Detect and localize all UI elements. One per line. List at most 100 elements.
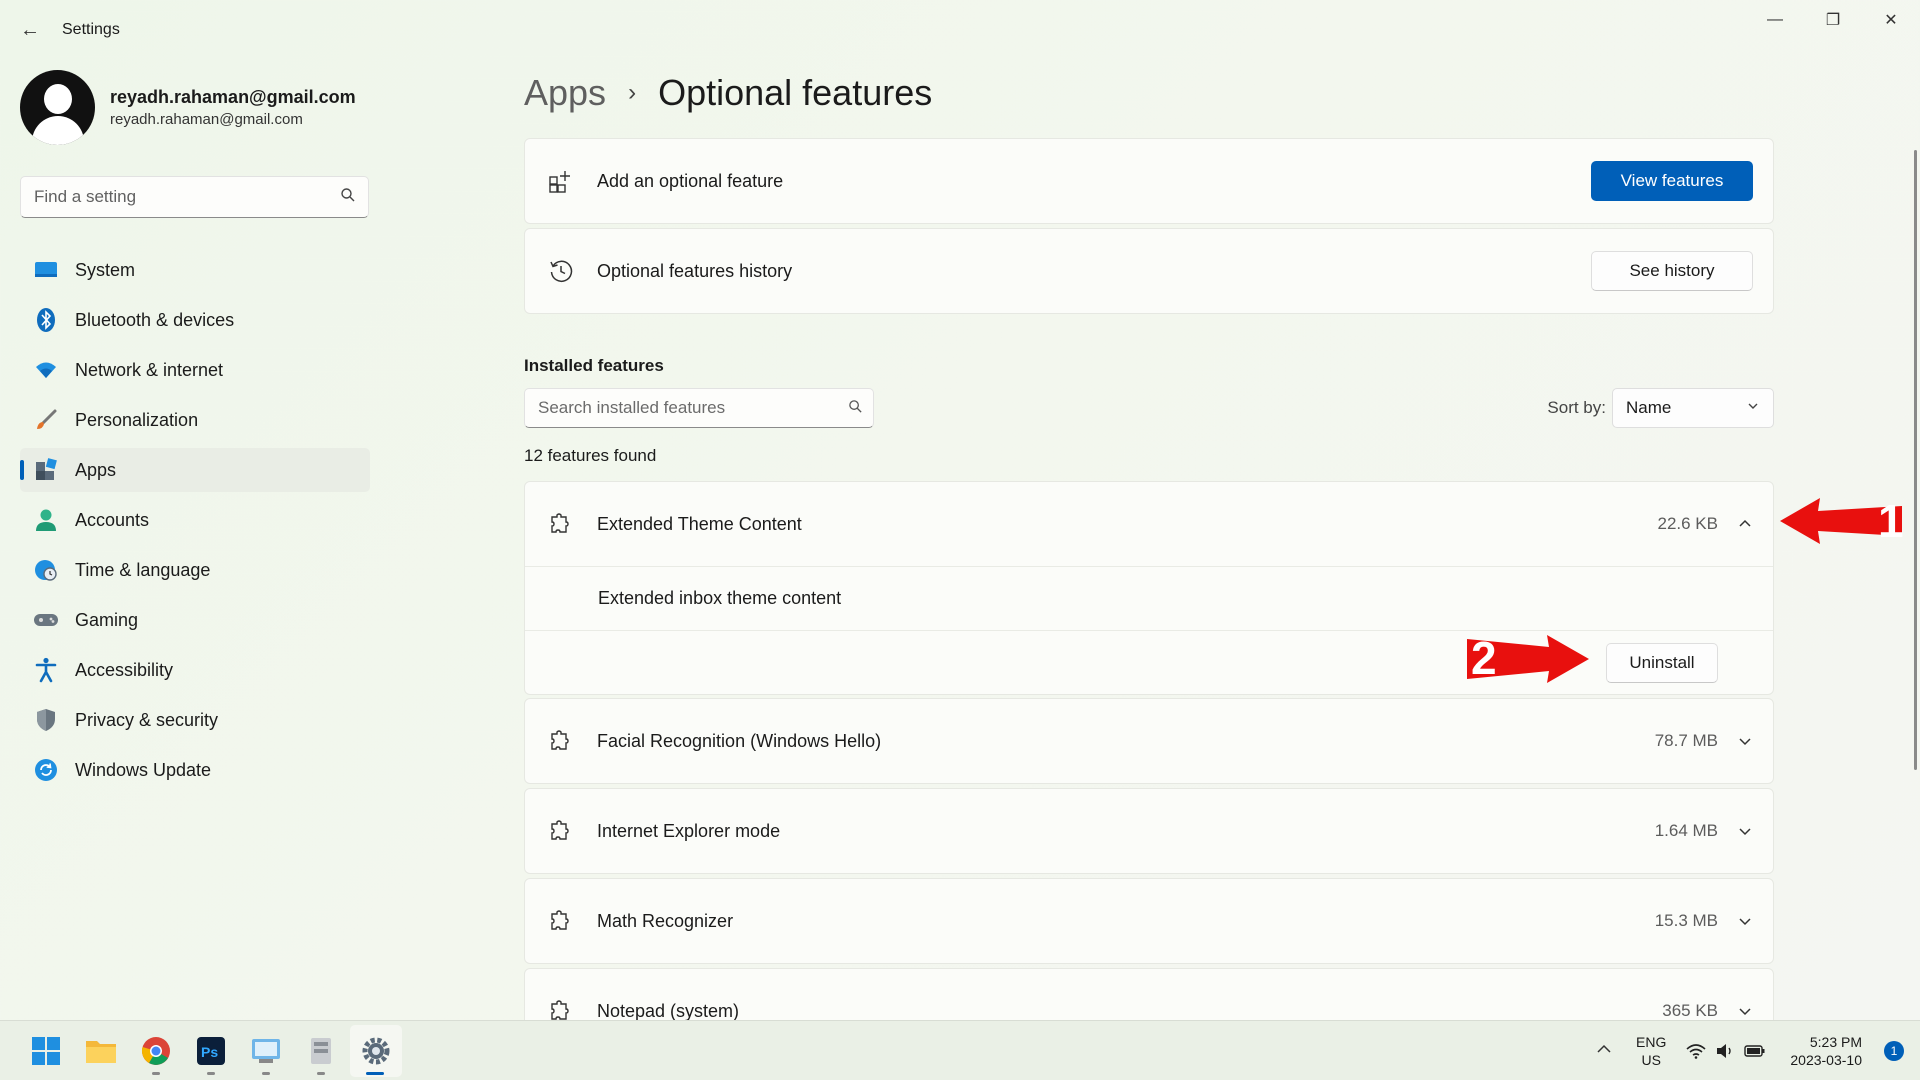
- taskbar-app-installer[interactable]: [295, 1025, 347, 1077]
- add-feature-icon: [547, 167, 575, 195]
- feature-description: Extended inbox theme content: [525, 566, 1773, 630]
- sidebar-item-label: Apps: [75, 459, 117, 480]
- history-icon: [547, 257, 575, 285]
- view-features-button[interactable]: View features: [1591, 161, 1753, 201]
- chevron-down-icon[interactable]: [1735, 1001, 1755, 1020]
- close-button[interactable]: ✕: [1862, 0, 1920, 40]
- feature-item[interactable]: Notepad (system) 365 KB: [524, 968, 1774, 1020]
- feature-item[interactable]: Facial Recognition (Windows Hello) 78.7 …: [524, 698, 1774, 784]
- puzzle-icon: [547, 907, 575, 935]
- profile-email: reyadh.rahaman@gmail.com: [110, 111, 303, 128]
- installed-features-heading: Installed features: [524, 356, 664, 375]
- title-bar: ← Settings — ❐ ✕: [0, 0, 1920, 58]
- wifi-icon: [1686, 1044, 1706, 1059]
- search-icon[interactable]: [340, 187, 356, 208]
- person-icon: [33, 507, 59, 533]
- feature-name: Facial Recognition (Windows Hello): [597, 730, 882, 751]
- sidebar-item-system[interactable]: System: [20, 248, 370, 292]
- show-hidden-icons-chevron-icon[interactable]: [1596, 1042, 1612, 1060]
- sidebar-item-windows-update[interactable]: Windows Update: [20, 748, 370, 792]
- window-controls: — ❐ ✕: [1746, 0, 1920, 40]
- taskbar-settings[interactable]: [350, 1025, 402, 1077]
- feature-item[interactable]: Math Recognizer 15.3 MB: [524, 878, 1774, 964]
- system-icon: [33, 257, 59, 283]
- taskbar-file-explorer[interactable]: [75, 1025, 127, 1077]
- search-icon[interactable]: [848, 399, 863, 418]
- gamepad-icon: [33, 607, 59, 633]
- chrome-icon: [141, 1037, 170, 1065]
- quick-settings[interactable]: [1686, 1043, 1766, 1059]
- settings-search: [20, 176, 369, 218]
- sidebar-item-gaming[interactable]: Gaming: [20, 598, 370, 642]
- back-button[interactable]: ←: [18, 18, 42, 42]
- breadcrumb-apps[interactable]: Apps: [524, 72, 606, 114]
- minimize-button[interactable]: —: [1746, 0, 1804, 40]
- breadcrumb: Apps › Optional features: [524, 72, 932, 114]
- annotation-number-2: 2: [1471, 632, 1497, 684]
- sort-dropdown[interactable]: Name: [1612, 388, 1774, 428]
- taskbar-control-panel[interactable]: [240, 1025, 292, 1077]
- installed-search-input[interactable]: [525, 389, 835, 427]
- update-icon: [33, 757, 59, 783]
- chevron-up-icon[interactable]: [1735, 514, 1755, 534]
- control-panel-icon: [252, 1039, 280, 1063]
- features-count: 12 features found: [524, 446, 657, 465]
- annotation-arrow-1: 1: [1778, 495, 1904, 551]
- app-title: Settings: [62, 21, 120, 38]
- add-feature-card: Add an optional feature View features: [524, 138, 1774, 224]
- sidebar-item-label: Privacy & security: [75, 709, 219, 730]
- brush-icon: [33, 407, 59, 433]
- accessibility-icon: [33, 657, 59, 683]
- feature-header[interactable]: Extended Theme Content 22.6 KB: [525, 482, 1773, 566]
- settings-search-input[interactable]: [21, 177, 321, 217]
- puzzle-icon: [547, 727, 575, 755]
- clock-date: 2023-03-10: [1790, 1052, 1862, 1068]
- language-indicator[interactable]: ENG US: [1636, 1033, 1666, 1069]
- photoshop-icon: Ps: [197, 1037, 225, 1065]
- sort-value: Name: [1626, 398, 1672, 417]
- gear-icon: [362, 1037, 390, 1065]
- see-history-button[interactable]: See history: [1591, 251, 1753, 291]
- sidebar-item-network[interactable]: Network & internet: [20, 348, 370, 392]
- volume-icon: [1717, 1044, 1732, 1058]
- chevron-down-icon: [1747, 399, 1759, 415]
- chevron-down-icon[interactable]: [1735, 821, 1755, 841]
- sidebar-item-personalization[interactable]: Personalization: [20, 398, 370, 442]
- puzzle-icon: [547, 510, 575, 538]
- clock[interactable]: 5:23 PM 2023-03-10: [1790, 1033, 1862, 1069]
- sidebar-item-label: Time & language: [75, 559, 211, 580]
- start-button[interactable]: [20, 1025, 72, 1077]
- history-card: Optional features history See history: [524, 228, 1774, 314]
- restore-button[interactable]: ❐: [1804, 0, 1862, 40]
- feature-item[interactable]: Internet Explorer mode 1.64 MB: [524, 788, 1774, 874]
- sidebar-item-time-language[interactable]: Time & language: [20, 548, 370, 592]
- annotation-number-1: 1: [1878, 495, 1904, 547]
- sidebar-item-label: Gaming: [75, 609, 139, 630]
- installed-search: [524, 388, 874, 428]
- feature-size: 78.7 MB: [1654, 731, 1718, 750]
- feature-name: Notepad (system): [597, 1000, 740, 1021]
- taskbar-chrome[interactable]: [130, 1025, 182, 1077]
- profile[interactable]: reyadh.rahaman@gmail.com reyadh.rahaman@…: [20, 70, 356, 145]
- nav-list: System Bluetooth & devices Network & int…: [20, 248, 370, 798]
- close-icon: ✕: [1884, 12, 1898, 29]
- sidebar-item-accessibility[interactable]: Accessibility: [20, 648, 370, 692]
- sidebar-item-apps[interactable]: Apps: [20, 448, 370, 492]
- sidebar-item-privacy-security[interactable]: Privacy & security: [20, 698, 370, 742]
- chevron-down-icon[interactable]: [1735, 911, 1755, 931]
- installer-icon: [311, 1038, 331, 1064]
- sidebar-item-bluetooth[interactable]: Bluetooth & devices: [20, 298, 370, 342]
- feature-name: Extended Theme Content: [597, 513, 802, 534]
- shield-icon: [33, 707, 59, 733]
- chevron-down-icon[interactable]: [1735, 731, 1755, 751]
- taskbar-photoshop[interactable]: Ps: [185, 1025, 237, 1077]
- notification-badge[interactable]: 1: [1884, 1041, 1904, 1061]
- feature-name: Math Recognizer: [597, 910, 734, 931]
- sidebar-item-accounts[interactable]: Accounts: [20, 498, 370, 542]
- clock-time: 5:23 PM: [1809, 1034, 1862, 1050]
- profile-name: reyadh.rahaman@gmail.com: [110, 87, 356, 107]
- minimize-icon: —: [1767, 11, 1783, 28]
- scrollbar[interactable]: [1914, 150, 1917, 770]
- uninstall-button[interactable]: Uninstall: [1606, 643, 1718, 683]
- sidebar-item-label: Windows Update: [75, 759, 212, 780]
